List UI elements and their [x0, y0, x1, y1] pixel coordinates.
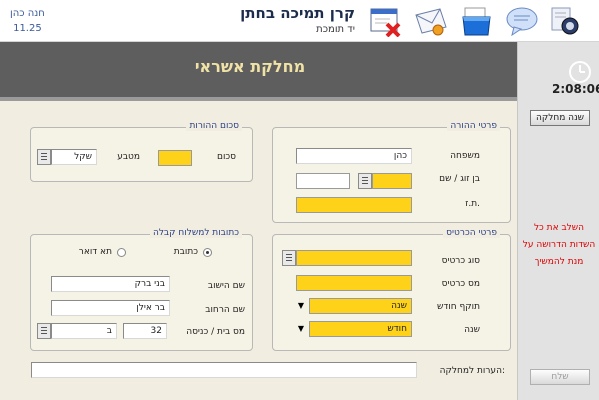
city-field[interactable]: בני ברק: [51, 276, 170, 292]
family-name-field[interactable]: כהן: [296, 148, 412, 164]
notes-label: הערות למחלקה:: [439, 366, 505, 376]
sum-field[interactable]: [158, 150, 192, 166]
chat-bubble-icon[interactable]: [505, 5, 539, 37]
family-label: משפחה: [450, 151, 480, 161]
currency-label: מטבע: [117, 152, 140, 162]
amount-group-title: סכום ההורות: [186, 121, 242, 131]
payer-group-title: פרטי ההורה: [447, 121, 500, 131]
expiry-year-select[interactable]: חודש: [309, 321, 412, 337]
entrance-picker-icon[interactable]: [37, 323, 51, 339]
entrance-field[interactable]: ב: [51, 323, 117, 339]
street-field[interactable]: בר אילן: [51, 300, 170, 316]
card-type-field[interactable]: [296, 250, 412, 266]
city-label: שם הישוב: [207, 281, 245, 291]
spouse-picker-icon[interactable]: [358, 173, 372, 189]
mail-icon[interactable]: [414, 5, 448, 37]
card-number-field[interactable]: [296, 275, 412, 291]
user-info: חנה כהן 11.25: [10, 6, 45, 36]
id-number-field[interactable]: [296, 197, 412, 213]
address-option-label: כתובת: [173, 247, 198, 257]
house-number-field[interactable]: 32: [123, 323, 167, 339]
mailbox-radio[interactable]: [117, 248, 126, 257]
change-department-button[interactable]: שנה מחלקה: [530, 110, 590, 126]
org-info: קרן תמיכה בחתן יד תומכת: [215, 4, 355, 37]
clock-time: 2:08:06: [552, 82, 599, 96]
house-entrance-label: מס בית / כניסה: [186, 327, 245, 337]
expiry-year-label: שנה: [464, 325, 480, 335]
folder-icon[interactable]: [460, 5, 494, 37]
org-subtitle: יד תומכת: [316, 24, 355, 35]
divider: [0, 97, 517, 101]
user-version: 11.25: [13, 23, 42, 34]
mailbox-option-label: תא דואר: [78, 247, 112, 257]
address-radio[interactable]: [203, 248, 212, 257]
card-type-picker-icon[interactable]: [282, 250, 296, 266]
settings-icon[interactable]: [549, 5, 583, 37]
page-title-bar: מחלקת אשראי: [0, 42, 517, 97]
expiry-month-select[interactable]: שנה: [309, 298, 412, 314]
spouse-name-field[interactable]: [372, 173, 412, 189]
page-title: מחלקת אשראי: [194, 57, 306, 76]
id-label: ת.ז.: [465, 199, 480, 209]
currency-picker-icon[interactable]: [37, 149, 51, 165]
address-group-title: כתובות למשלוח קבלה: [149, 228, 242, 238]
spouse-first-name-field[interactable]: [296, 173, 350, 189]
chevron-down-icon[interactable]: ▼: [296, 298, 306, 314]
cancel-window-icon[interactable]: [368, 5, 402, 38]
street-label: שם הרחוב: [205, 305, 245, 315]
notes-field[interactable]: [31, 362, 417, 378]
card-group-title: פרטי הכרטיס: [443, 228, 500, 238]
chevron-down-icon[interactable]: ▼: [296, 321, 306, 337]
header-bar: חנה כהן 11.25 קרן תמיכה בחתן יד תומכת: [0, 0, 599, 42]
currency-field[interactable]: שקל: [51, 149, 97, 165]
spouse-label: בן זוג / שם: [439, 174, 480, 184]
send-button[interactable]: שלח: [530, 369, 590, 385]
warning-note: השלב את כל השדות הדרושה על מנת להמשיך: [522, 223, 596, 267]
card-type-label: סוג כרטיס: [441, 256, 480, 266]
user-name: חנה כהן: [10, 8, 45, 19]
expiry-month-label: תוקף חודש: [437, 302, 480, 312]
sum-label: סכום: [216, 152, 236, 162]
org-title: קרן תמיכה בחתן: [240, 4, 355, 22]
right-sidebar: 2:08:06 שנה מחלקה השלב את כל השדות הדרוש…: [517, 42, 599, 400]
card-number-label: מס כרטיס: [441, 279, 480, 289]
